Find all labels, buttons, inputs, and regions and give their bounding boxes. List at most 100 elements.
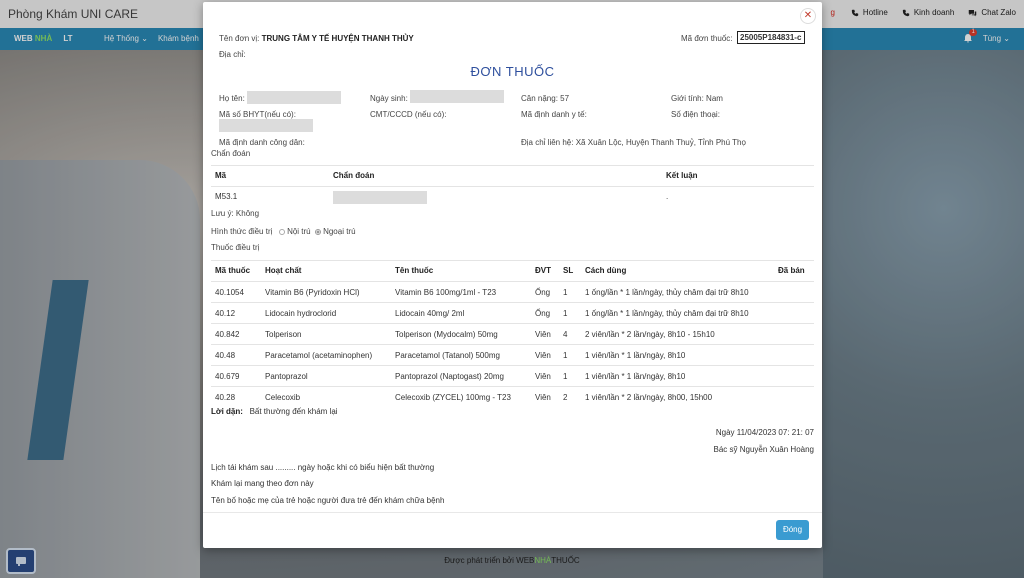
treatment-type: Hình thức điều trị Nội trú Ngoại trú [211, 227, 356, 236]
drug-col-sold: Đã bán [778, 266, 805, 275]
weight-label: Cân nặng: [521, 94, 558, 103]
close-button[interactable]: Đóng [776, 520, 809, 540]
gender-value: Nam [706, 94, 723, 103]
unit-label: Tên đơn vị: [219, 34, 260, 43]
health-id-label: Mã định danh y tế: [521, 110, 587, 119]
drug-col-name: Tên thuốc [395, 266, 434, 275]
drug-col-ingredient: Hoạt chất [265, 266, 302, 275]
divider [203, 512, 822, 513]
advice-label: Lời dặn: [211, 407, 243, 416]
cccd-label: CMT/CCCD (nếu có): [370, 110, 447, 119]
advice-value: Bất thường đến khám lại [249, 407, 338, 416]
drug-name: Celecoxib (ZYCEL) 100mg - T23 [395, 393, 511, 402]
bhyt-redacted [219, 119, 313, 132]
diag-conclusion-value: . [666, 192, 669, 201]
drug-name: Vitamin B6 100mg/1ml - T23 [395, 288, 497, 297]
name-label: Họ tên: [219, 94, 245, 103]
contact-value: Xã Xuân Lộc, Huyện Thanh Thuỷ, Tỉnh Phú … [575, 138, 746, 147]
drug-name: Lidocain 40mg/ 2ml [395, 309, 465, 318]
drug-unit: Viên [535, 372, 551, 381]
prescription-code: 25005P184831-c [737, 31, 805, 44]
drug-usage: 2 viên/lần * 2 lần/ngày, 8h10 - 15h10 [585, 330, 715, 339]
drug-usage: 1 viên/lần * 1 lần/ngày, 8h10 [585, 351, 686, 360]
footnote-line: Lịch tái khám sau ......... ngày hoặc kh… [211, 463, 435, 472]
drug-col-unit: ĐVT [535, 266, 551, 275]
drug-ingredient: Lidocain hydroclorid [265, 309, 337, 318]
page-title: ĐƠN THUỐC [470, 64, 555, 79]
advice-line: Lời dặn: Bất thường đến khám lại [211, 407, 338, 416]
drug-ingredient: Paracetamol (acetaminophen) [265, 351, 373, 360]
unit-line: Tên đơn vị: TRUNG TÂM Y TẾ HUYỆN THANH T… [219, 34, 414, 43]
drug-code: 40.679 [215, 372, 240, 381]
table-row: 40.12 Lidocain hydroclorid Lidocain 40mg… [211, 302, 814, 323]
drug-col-code: Mã thuốc [215, 266, 251, 275]
diagnosis-section-title: Chẩn đoán [211, 149, 251, 158]
radio-checked-icon [315, 229, 322, 235]
drug-col-qty: SL [563, 266, 574, 275]
footnote-line: Tên bố hoặc mẹ của trẻ hoặc người đưa tr… [211, 496, 445, 505]
code-label: Mã đơn thuốc: [681, 34, 733, 43]
drug-name: Tolperison (Mydocalm) 50mg [395, 330, 498, 339]
drug-ingredient: Celecoxib [265, 393, 301, 402]
drug-qty: 1 [563, 372, 568, 381]
drugs-section-title: Thuốc điều trị [211, 243, 260, 252]
footnote-line: Khám lại mang theo đơn này [211, 479, 314, 488]
gender-label: Giới tính: [671, 94, 704, 103]
treatment-label: Hình thức điều trị [211, 227, 273, 236]
drug-usage: 1 ống/lần * 1 lần/ngày, thủy châm đại tr… [585, 309, 749, 318]
inpatient-radio[interactable]: Nội trú [279, 227, 311, 236]
drug-usage: 1 ống/lần * 1 lần/ngày, thủy châm đại tr… [585, 288, 749, 297]
unit-value: TRUNG TÂM Y TẾ HUYỆN THANH THỦY [261, 34, 414, 43]
name-redacted [247, 91, 341, 104]
diag-col-code: Mã [215, 171, 227, 180]
drug-qty: 1 [563, 351, 568, 360]
divider [211, 186, 814, 187]
prescription-modal: ✕ Tên đơn vị: TRUNG TÂM Y TẾ HUYỆN THANH… [203, 2, 822, 548]
table-row: 40.679 Pantoprazol Pantoprazol (Naptogas… [211, 365, 814, 386]
citizen-id-label: Mã định danh công dân: [219, 138, 305, 147]
gender-field: Giới tính: Nam [671, 94, 723, 103]
diag-col-diagnosis: Chẩn đoán [333, 171, 375, 180]
drug-unit: Ống [535, 288, 551, 297]
table-row: 40.1054 Vitamin B6 (Pyridoxin HCl) Vitam… [211, 281, 814, 302]
divider [211, 260, 814, 261]
divider [211, 165, 814, 166]
drug-name: Pantoprazol (Naptogast) 20mg [395, 372, 504, 381]
prescription-date: Ngày 11/04/2023 07: 21: 07 [715, 428, 814, 437]
drug-code: 40.28 [215, 393, 236, 402]
outpatient-label: Ngoại trú [323, 227, 356, 236]
drug-ingredient: Vitamin B6 (Pyridoxin HCl) [265, 288, 360, 297]
drug-unit: Viên [535, 393, 551, 402]
outpatient-radio[interactable]: Ngoại trú [315, 227, 356, 236]
drug-qty: 2 [563, 393, 568, 402]
drug-qty: 1 [563, 309, 568, 318]
weight-value: 57 [560, 94, 570, 103]
drug-usage: 1 viên/lần * 2 lần/ngày, 8h00, 15h00 [585, 393, 713, 402]
table-row: 40.48 Paracetamol (acetaminophen) Parace… [211, 344, 814, 365]
bhyt-label: Mã số BHYT(nếu có): [219, 110, 296, 119]
drug-col-usage: Cách dùng [585, 266, 627, 275]
diagnosis-redacted [333, 191, 427, 204]
drug-qty: 1 [563, 288, 568, 297]
drug-code: 40.12 [215, 309, 236, 318]
address-label: Địa chỉ: [219, 50, 246, 59]
drug-code: 40.1054 [215, 288, 244, 297]
drug-ingredient: Pantoprazol [265, 372, 308, 381]
diag-code-value: M53.1 [215, 192, 238, 201]
radio-icon [279, 229, 286, 235]
weight-field: Cân nặng: 57 [521, 94, 569, 103]
drug-qty: 4 [563, 330, 568, 339]
drug-ingredient: Tolperison [265, 330, 302, 339]
close-icon[interactable]: ✕ [800, 8, 816, 24]
drug-name: Paracetamol (Tatanol) 500mg [395, 351, 500, 360]
drug-usage: 1 viên/lần * 1 lần/ngày, 8h10 [585, 372, 686, 381]
diag-col-conclusion: Kết luận [666, 171, 698, 180]
dob-redacted [410, 90, 504, 103]
dob-label: Ngày sinh: [370, 94, 408, 103]
drug-code: 40.842 [215, 330, 240, 339]
inpatient-label: Nội trú [287, 227, 311, 236]
contact-field: Địa chỉ liên hệ: Xã Xuân Lộc, Huyện Than… [521, 138, 746, 147]
drug-unit: Viên [535, 330, 551, 339]
phone-label: Số điện thoại: [671, 110, 720, 119]
note-text: Lưu ý: Không [211, 209, 260, 218]
